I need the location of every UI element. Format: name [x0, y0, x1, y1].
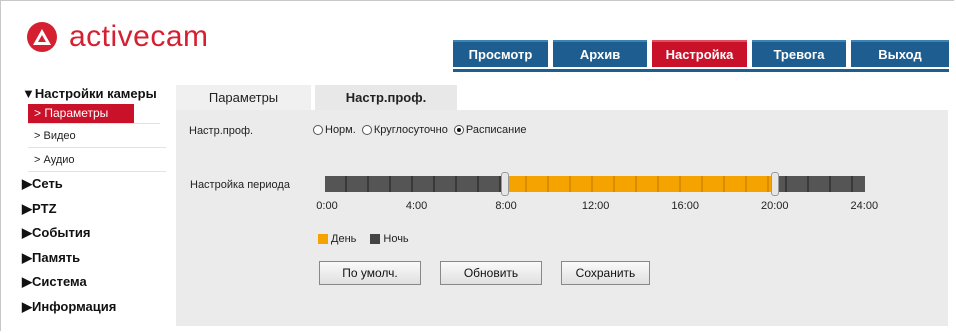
content-tabs: Параметры Настр.проф.	[176, 85, 457, 110]
tab-profile[interactable]: Настр.проф.	[315, 85, 457, 110]
radio-normal-label: Норм.	[325, 124, 356, 136]
settings-panel	[176, 110, 948, 326]
sidebar-item-audio[interactable]: > Аудио	[28, 148, 166, 172]
save-button[interactable]: Сохранить	[561, 261, 650, 285]
day-end-handle[interactable]	[771, 172, 779, 196]
refresh-button[interactable]: Обновить	[440, 261, 542, 285]
radio-circle[interactable]	[313, 125, 323, 135]
schedule-timeline[interactable]	[325, 176, 865, 192]
legend-night-label: Ночь	[383, 233, 409, 245]
day-start-handle[interactable]	[501, 172, 509, 196]
sidebar-item-network[interactable]: ▶Сеть	[22, 172, 172, 197]
top-nav-underline	[453, 69, 949, 72]
nav-tab-exit[interactable]: Выход	[851, 40, 949, 67]
day-period-bar[interactable]	[505, 176, 775, 192]
nav-tab-alarm[interactable]: Тревога	[752, 40, 846, 67]
radio-24h-label: Круглосуточно	[373, 124, 448, 136]
logo-text: activecam	[69, 20, 209, 53]
sidebar-item-system[interactable]: ▶Система	[22, 270, 172, 295]
tab-parameters[interactable]: Параметры	[176, 85, 311, 110]
radio-circle[interactable]	[453, 125, 464, 135]
legend: День Ночь	[318, 233, 409, 245]
profile-label: Настр.проф.	[189, 125, 254, 137]
radio-schedule-label: Расписание	[465, 124, 527, 136]
nav-tab-settings[interactable]: Настройка	[652, 40, 747, 67]
sidebar-item-events[interactable]: ▶События	[22, 221, 172, 246]
sidebar-item-storage[interactable]: ▶Память	[22, 246, 172, 271]
night-swatch	[370, 234, 381, 244]
tick-label: 12:00	[581, 200, 610, 212]
schedule-label: Настройка периода	[190, 179, 290, 191]
radio-schedule[interactable]: Расписание	[453, 124, 527, 136]
tick-label: 8:00	[495, 200, 517, 212]
legend-day-label: День	[331, 233, 357, 245]
tick-label: 16:00	[671, 200, 699, 212]
nav-tab-view[interactable]: Просмотр	[453, 40, 548, 67]
sidebar-item-video[interactable]: > Видео	[28, 124, 166, 148]
top-navigation: Просмотр Архив Настройка Тревога Выход	[453, 40, 949, 69]
radio-circle[interactable]	[361, 125, 372, 135]
sidebar: ▼Настройки камеры > Параметры > Видео > …	[22, 84, 172, 319]
default-button[interactable]: По умолч.	[319, 261, 421, 285]
sidebar-item-information[interactable]: ▶Информация	[22, 295, 172, 320]
nav-tab-archive[interactable]: Архив	[553, 40, 647, 67]
brand-logo: activecam	[27, 22, 209, 52]
tick-label: 20:00	[760, 200, 789, 212]
day-swatch	[318, 234, 328, 244]
radio-normal[interactable]: Норм.	[313, 124, 356, 136]
sidebar-section-camera-settings[interactable]: ▼Настройки камеры	[22, 84, 172, 104]
radio-24h[interactable]: Круглосуточно	[361, 124, 448, 136]
sidebar-item-parameters[interactable]: > Параметры	[28, 104, 134, 123]
activecam-logo-icon	[27, 22, 57, 52]
tick-label: 24:00	[850, 200, 879, 212]
sidebar-item-ptz[interactable]: ▶PTZ	[22, 197, 172, 222]
tick-label: 4:00	[405, 200, 428, 212]
profile-radio-group: Норм. Круглосуточно Расписание	[313, 124, 533, 136]
tick-label: 0:00	[316, 200, 338, 212]
